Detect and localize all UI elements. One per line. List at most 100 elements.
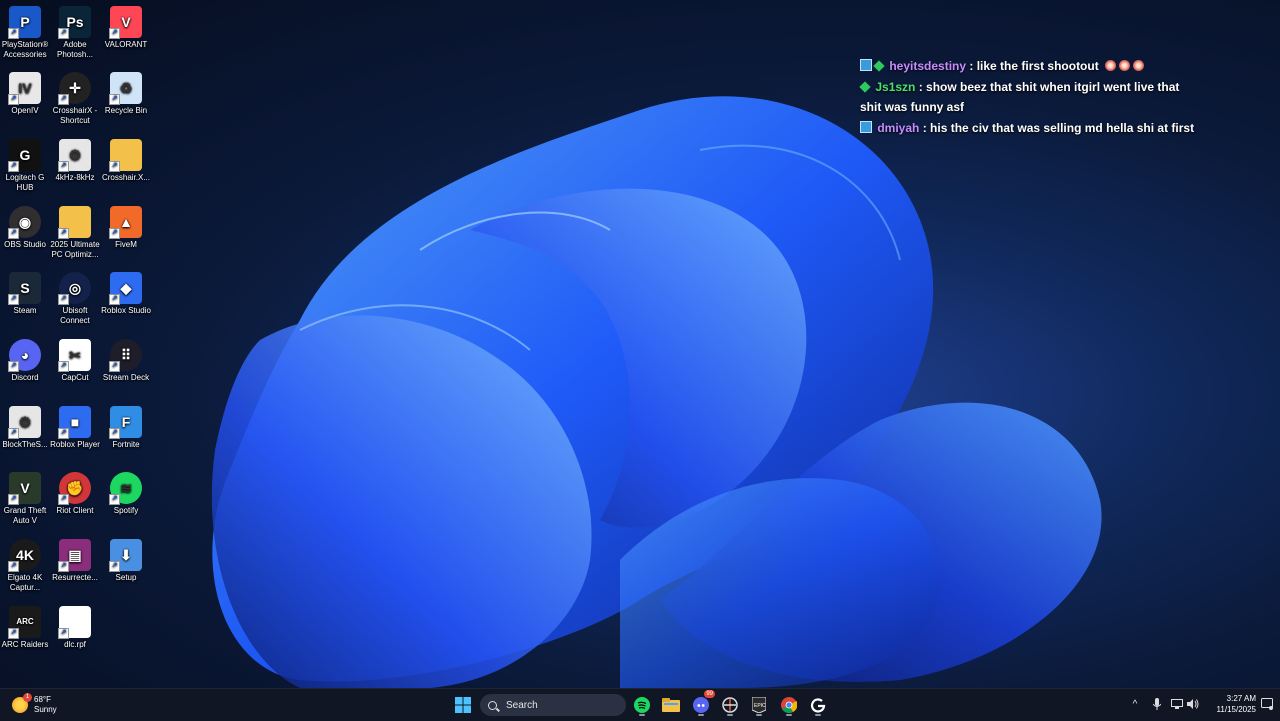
clock-date: 11/15/2025 [1216,705,1256,714]
shortcut-arrow-icon: ↗ [58,361,69,372]
desktop-icon-ubisoft[interactable]: ◎ ↗ Ubisoft Connect [50,272,100,326]
notification-center-icon[interactable] [1260,697,1274,711]
show-hidden-icons-chevron-up-icon[interactable]: ^ [1128,697,1142,711]
search-icon [488,700,497,710]
running-indicator [727,714,733,716]
volume-icon[interactable] [1186,697,1200,711]
desktop-icon-roblox[interactable]: ■ ↗ Roblox Player [50,406,100,450]
shortcut-arrow-icon: ↗ [109,161,120,172]
desktop-icon-setup[interactable]: ⬇ ↗ Setup [101,539,151,583]
sunny-icon: 1 [12,693,32,713]
taskbar-file-explorer[interactable] [659,693,683,717]
notification-badge: 1 [23,693,32,702]
desktop-icon-folder[interactable]: ↗ Crosshair.X... [101,139,151,183]
taskbar-logitech[interactable] [806,693,830,717]
taskbar-search[interactable]: Search [480,694,626,716]
elgato-icon: 4K ↗ [8,539,41,572]
desktop-icon-label: Roblox Studio [101,306,151,315]
desktop-icon-steam[interactable]: S ↗ Steam [0,272,50,316]
network-icon[interactable] [1170,697,1184,711]
shortcut-arrow-icon: ↗ [58,228,69,239]
emote-icon [1119,60,1131,71]
desktop-icon-discord[interactable]: ◕ ↗ Discord [0,339,50,383]
openiv-icon: IV ↗ [8,72,41,105]
microphone-icon[interactable] [1150,697,1164,711]
chat-username: heyitsdestiny [889,59,967,73]
windows-logo-icon [455,697,471,713]
desktop-icon-recycle-bin[interactable]: ♻ ↗ Recycle Bin [101,72,151,116]
desktop-icon-label: VALORANT [104,40,148,49]
taskbar-crosshairx[interactable] [718,693,742,717]
taskbar-discord[interactable]: 99 [689,690,715,717]
shortcut-arrow-icon: ↗ [109,561,120,572]
desktop-icon-label: OpenIV [11,106,39,115]
desktop-icon-roblox-studio[interactable]: ◆ ↗ Roblox Studio [101,272,151,316]
gem-badge-icon [859,81,871,93]
shortcut-arrow-icon: ↗ [8,94,19,105]
desktop-icon-label: Stream Deck [102,373,150,382]
desktop-icon-logitech[interactable]: G ↗ Logitech G HUB [0,139,50,193]
desktop-icon-fivem[interactable]: ▲ ↗ FiveM [101,206,151,250]
shortcut-arrow-icon: ↗ [8,294,19,305]
desktop-icon-riot[interactable]: ✊ ↗ Riot Client [50,472,100,516]
shortcut-arrow-icon: ↗ [58,628,69,639]
shortcut-arrow-icon: ↗ [109,28,120,39]
chat-message: heyitsdestiny : like the first shootout [860,56,1200,76]
desktop-icon-label: CapCut [61,373,89,382]
desktop-icon-label: PlayStation® Accessories [1,40,49,59]
chat-text: : like the first shootout [966,59,1099,73]
desktop-icon-arc-raiders[interactable]: ARC ↗ ARC Raiders [0,606,50,650]
desktop-icon-folder-zip[interactable]: ↗ 2025 Ultimate PC Optimiz... [50,206,100,260]
weather-widget[interactable]: 1 68°F Sunny [12,693,57,717]
desktop-icon-settings-file[interactable]: ⚙ ↗ 4kHz-8kHz [50,139,100,183]
folder-icon: ↗ [109,139,142,172]
desktop-icon-capcut[interactable]: ✂ ↗ CapCut [50,339,100,383]
logitech-icon [810,698,826,713]
shortcut-arrow-icon: ↗ [8,161,19,172]
desktop-icon-label: ARC Raiders [1,640,49,649]
weather-condition: Sunny [34,705,57,714]
desktop-icon-gta[interactable]: V ↗ Grand Theft Auto V [0,472,50,526]
arc-raiders-icon: ARC ↗ [8,606,41,639]
system-clock[interactable]: 3:27 AM 11/15/2025 [1204,693,1256,715]
photoshop-icon: Ps ↗ [58,6,91,39]
desktop-icon-label: 4kHz-8kHz [55,173,95,182]
start-button[interactable] [451,693,475,717]
desktop-icon-winrar[interactable]: ▤ ↗ Resurrecte... [50,539,100,583]
search-placeholder: Search [506,699,538,711]
desktop-icon-openiv[interactable]: IV ↗ OpenIV [0,72,50,116]
desktop-icon-spotify[interactable]: ≋ ↗ Spotify [101,472,151,516]
desktop-icon-stream-deck[interactable]: ⠿ ↗ Stream Deck [101,339,151,383]
desktop-icon-label: Discord [11,373,39,382]
setup-icon: ⬇ ↗ [109,539,142,572]
desktop-icon-photoshop[interactable]: Ps ↗ Adobe Photosh... [50,6,100,60]
desktop-icon-fortnite[interactable]: F ↗ Fortnite [101,406,151,450]
desktop-icon-settings-file[interactable]: ⚙ ↗ BlockTheS... [0,406,50,450]
desktop-icon-label: Ubisoft Connect [60,306,90,325]
desktop-icon-playstation[interactable]: P ↗ PlayStation® Accessories [0,6,50,60]
file-explorer-icon [662,698,680,712]
taskbar-spotify[interactable] [630,693,654,717]
desktop-icon-label: BlockTheS... [2,440,48,449]
running-indicator [756,714,762,716]
shortcut-arrow-icon: ↗ [58,561,69,572]
shortcut-arrow-icon: ↗ [109,294,120,305]
shortcut-arrow-icon: ↗ [8,494,19,505]
capcut-icon: ✂ ↗ [58,339,91,372]
desktop-icon-label: Logitech G HUB [5,173,45,192]
desktop-icon-label: 2025 Ultimate PC Optimiz... [50,240,100,259]
crosshairx-icon: ✛ ↗ [58,72,91,105]
chat-username: Js1szn [875,80,916,94]
desktop-icon-elgato[interactable]: 4K ↗ Elgato 4K Captur... [0,539,50,593]
gem-badge-icon [873,60,885,72]
desktop-icon-blank-file[interactable]: ↗ dlc.rpf [50,606,100,650]
desktop-icon-valorant[interactable]: V ↗ VALORANT [101,6,151,50]
desktop-icon-obs[interactable]: ◉ ↗ OBS Studio [0,206,50,250]
winrar-icon: ▤ ↗ [58,539,91,572]
taskbar-epic-games[interactable]: EPIC [747,693,771,717]
desktop-icon-crosshairx[interactable]: ✛ ↗ CrosshairX - Shortcut [50,72,100,126]
taskbar-chrome[interactable] [777,693,801,717]
shortcut-arrow-icon: ↗ [58,161,69,172]
shortcut-arrow-icon: ↗ [8,428,19,439]
valorant-icon: V ↗ [109,6,142,39]
